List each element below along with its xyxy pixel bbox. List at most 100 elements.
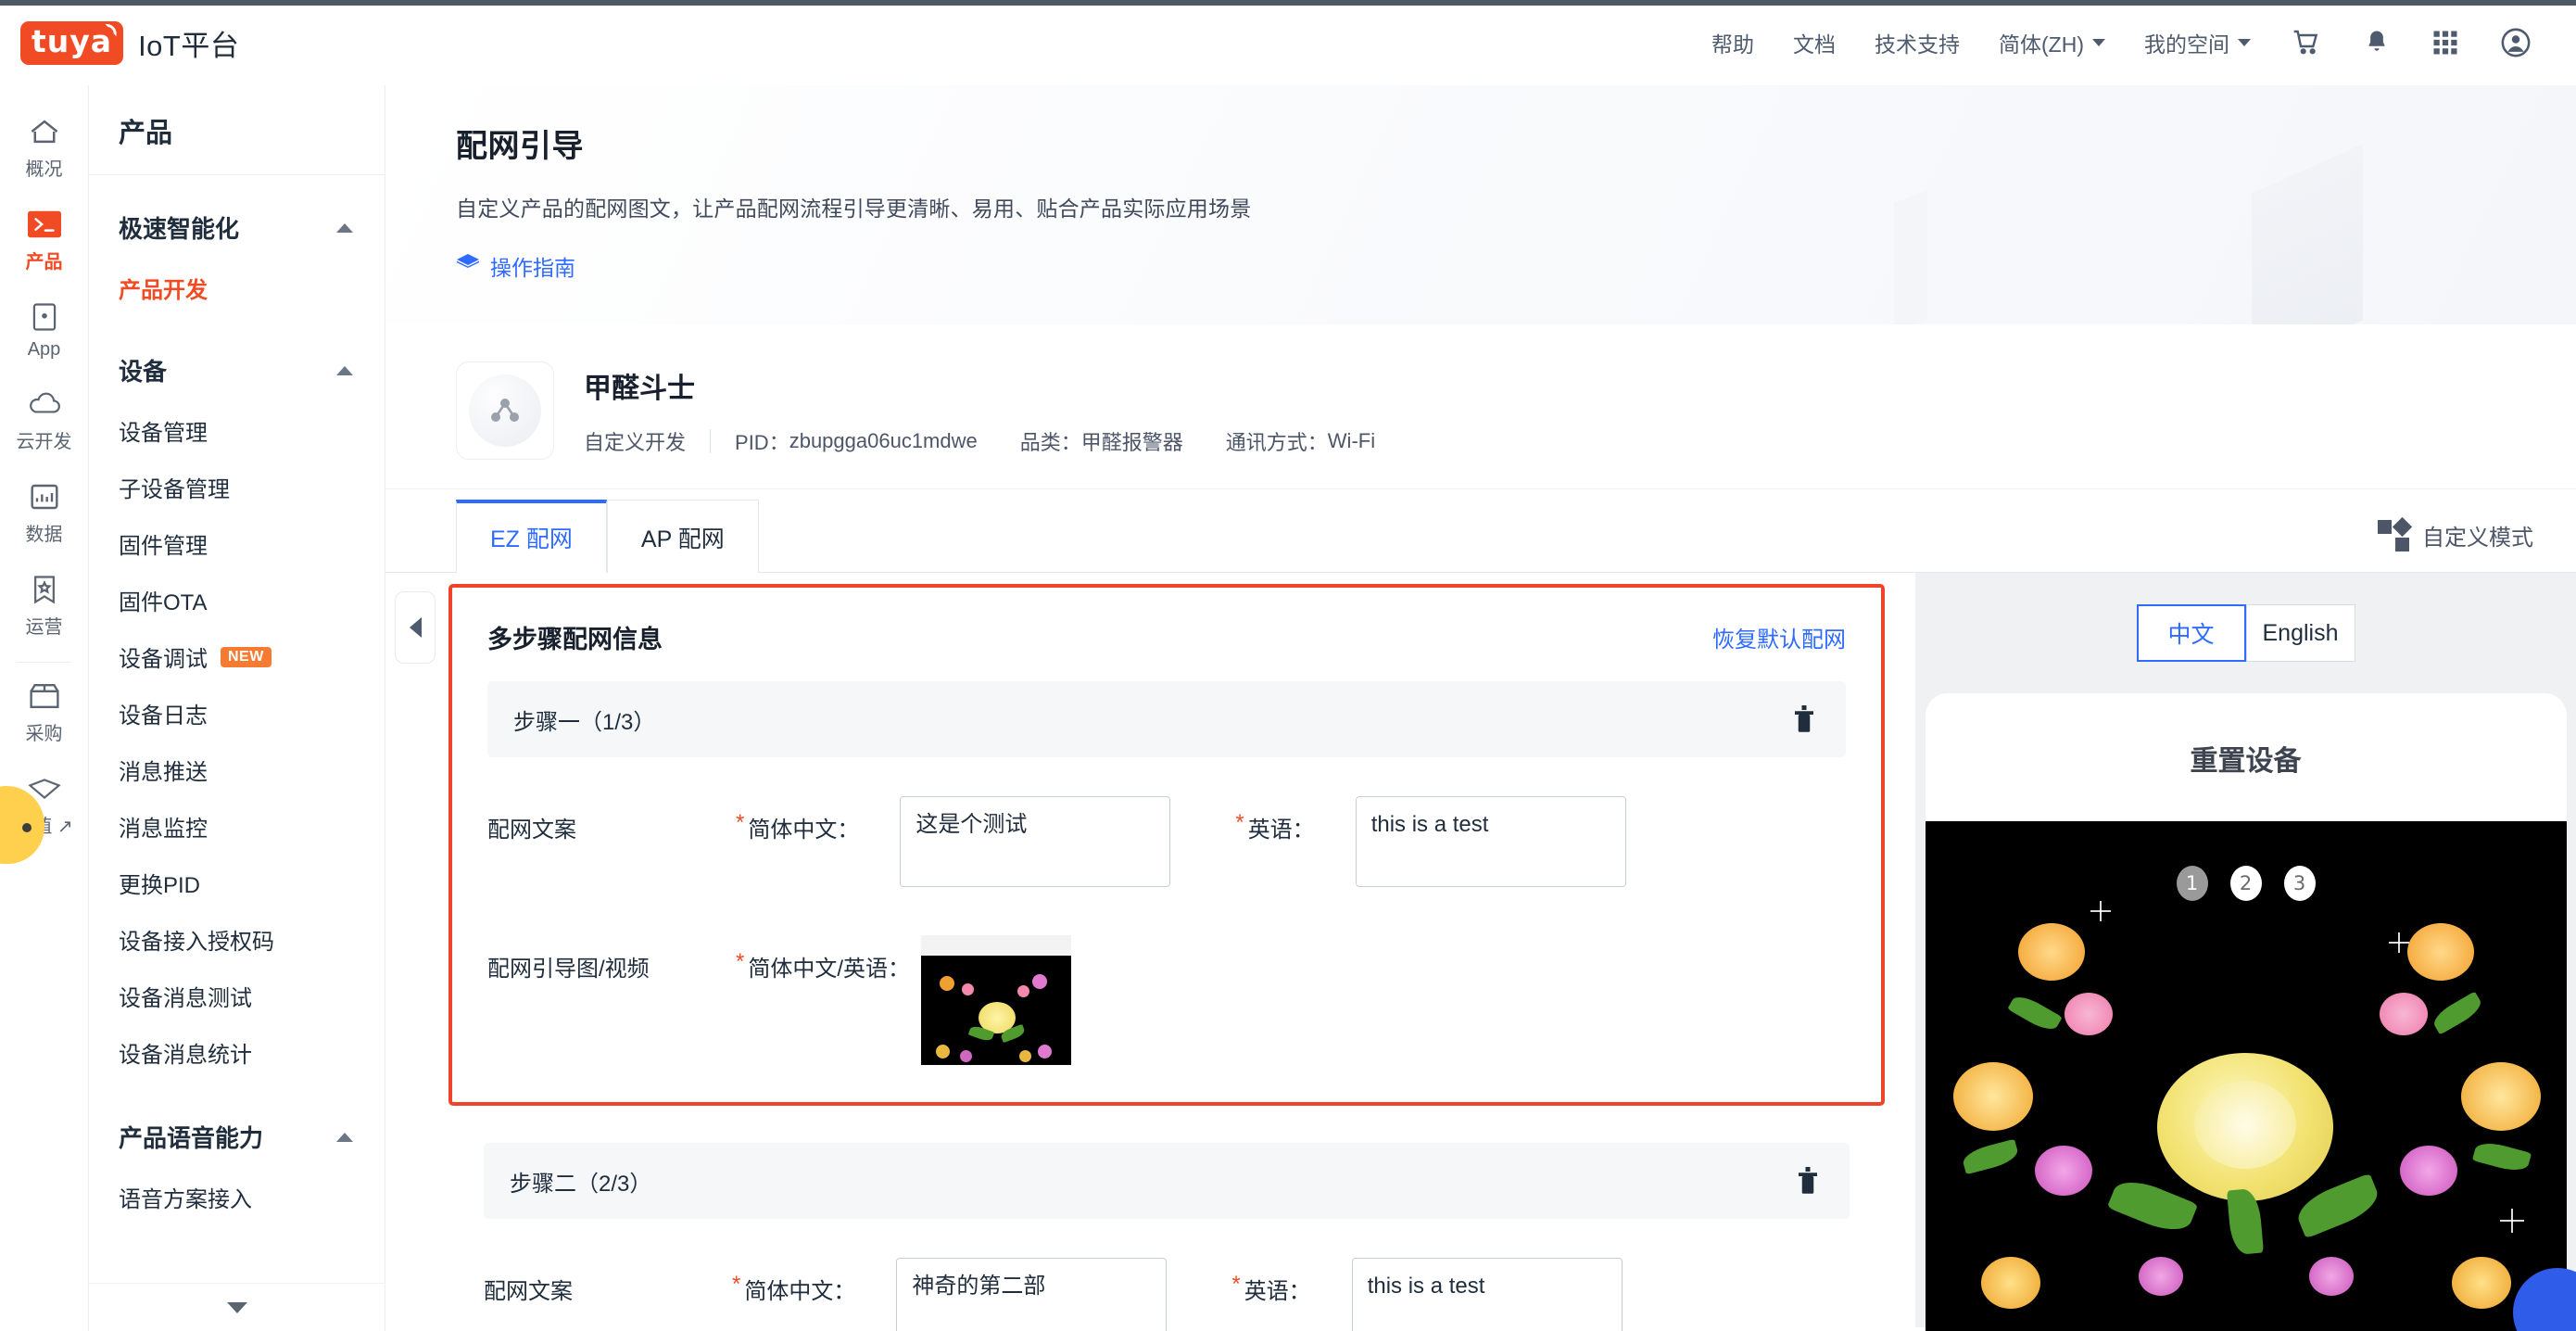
rail-item-purchase[interactable]: 采购 xyxy=(0,666,88,759)
sidebar-item-device-logs[interactable]: 设备日志 xyxy=(89,685,385,742)
chevron-up-icon xyxy=(336,222,353,233)
sidebar-item-device-management[interactable]: 设备管理 xyxy=(89,402,385,459)
operation-guide-link[interactable]: 操作指南 xyxy=(456,250,575,282)
lang-button-chinese[interactable]: 中文 xyxy=(2136,604,2246,662)
rail-label-overview: 概况 xyxy=(25,159,63,180)
logo-wordmark: tuya xyxy=(32,22,113,59)
step1-zh-label: * 简体中文： xyxy=(736,796,859,843)
tab-bar: EZ 配网 AP 配网 自定义模式 xyxy=(385,489,2576,573)
step2-en-label: * 英语： xyxy=(1231,1258,1310,1305)
sidebar-item-device-debug[interactable]: 设备调试 NEW xyxy=(89,628,385,685)
box-icon xyxy=(28,680,61,712)
rail-item-cloud[interactable]: 云开发 xyxy=(0,374,88,467)
rail-item-overview[interactable]: 概况 xyxy=(0,102,88,195)
sidebar-item-firmware-management[interactable]: 固件管理 xyxy=(89,515,385,572)
step2-en-input[interactable] xyxy=(1351,1258,1623,1331)
rail-item-app[interactable]: App xyxy=(0,287,88,374)
step1-en-label: * 英语： xyxy=(1235,796,1314,843)
required-star: * xyxy=(1231,1272,1241,1297)
rail-item-data[interactable]: 数据 xyxy=(0,467,88,560)
sidebar-item-label: 设备调试 xyxy=(119,647,208,672)
nav-language[interactable]: 简体(ZH) xyxy=(1979,27,2125,58)
step-dot-3[interactable]: 3 xyxy=(2283,866,2316,901)
nav-support[interactable]: 技术支持 xyxy=(1855,27,1979,58)
required-star: * xyxy=(1235,810,1244,835)
platform-name: IoT平台 xyxy=(138,29,240,62)
app-root: tuya IoT平台 帮助 文档 技术支持 简体(ZH) 我的空间 概况 产品 … xyxy=(0,0,2576,1331)
rail-label-data: 数据 xyxy=(25,525,63,545)
new-badge: NEW xyxy=(221,646,271,667)
step2-zh-input[interactable] xyxy=(896,1258,1168,1331)
nav-my-space[interactable]: 我的空间 xyxy=(2125,27,2270,58)
rail-label-cloud: 云开发 xyxy=(16,432,72,452)
rail-item-operations[interactable]: 运营 xyxy=(0,560,88,653)
step2-text-row: 配网文案 * 简体中文： * 英语： xyxy=(484,1258,1850,1331)
chevron-up-icon xyxy=(336,365,353,375)
tab-ez-pairing[interactable]: EZ 配网 xyxy=(456,500,607,573)
sidebar-group-fast-smart[interactable]: 极速智能化 xyxy=(89,196,385,260)
step-dot-2[interactable]: 2 xyxy=(2229,866,2262,901)
preview-step-title: 重置设备 xyxy=(2190,746,2302,777)
sidebar-item-message-push[interactable]: 消息推送 xyxy=(89,742,385,798)
step2-text-label: 配网文案 xyxy=(484,1279,573,1304)
sidebar-item-change-pid[interactable]: 更换PID xyxy=(89,855,385,911)
tuya-logo-icon: tuya xyxy=(20,20,124,65)
sidebar: 产品 极速智能化 产品开发 设备 设备管理 子设备管理 固件管理 固件OTA 设… xyxy=(89,85,385,1331)
bell-icon[interactable] xyxy=(2342,28,2411,57)
step-dot-1[interactable]: 1 xyxy=(2176,866,2208,901)
brand-logo[interactable]: tuya IoT平台 xyxy=(20,20,240,65)
preview-language-toggle: 中文 English xyxy=(1915,604,2576,662)
rail-label-purchase: 采购 xyxy=(25,724,63,744)
nav-docs[interactable]: 文档 xyxy=(1774,27,1855,58)
sidebar-item-access-auth-code[interactable]: 设备接入授权码 xyxy=(89,911,385,968)
sidebar-group-voice[interactable]: 产品语音能力 xyxy=(89,1105,385,1169)
sidebar-item-firmware-ota[interactable]: 固件OTA xyxy=(89,572,385,628)
sidebar-item-voice-solution[interactable]: 语音方案接入 xyxy=(89,1169,385,1225)
step1-media-lang-label: * 简体中文/英语： xyxy=(736,935,910,982)
sidebar-title: 产品 xyxy=(89,85,385,175)
sidebar-item-device-message-test[interactable]: 设备消息测试 xyxy=(89,968,385,1024)
product-summary: 甲醛斗士 自定义开发 PID： zbupgga06uc1mdwe 品类： 甲醛报… xyxy=(385,324,2576,489)
delete-step-icon[interactable] xyxy=(1790,704,1818,735)
sidebar-scroll-down-button[interactable] xyxy=(89,1283,385,1331)
media-lang-label-text: 简体中文/英语： xyxy=(748,957,911,982)
nav-help[interactable]: 帮助 xyxy=(1692,27,1774,58)
step1-media-thumbnail[interactable] xyxy=(921,935,1072,1065)
delete-step-icon[interactable] xyxy=(1794,1165,1822,1197)
product-protocol-value: Wi-Fi xyxy=(1327,428,1376,452)
sidebar-item-label: 设备接入授权码 xyxy=(119,930,274,955)
step1-zh-input[interactable] xyxy=(900,796,1171,887)
product-category-label: 品类： xyxy=(1019,430,1081,454)
collapse-panel-button[interactable] xyxy=(395,591,436,664)
sidebar-item-label: 消息监控 xyxy=(119,817,208,842)
custom-mode-button[interactable]: 自定义模式 xyxy=(2378,516,2533,551)
product-info: 甲醛斗士 自定义开发 PID： zbupgga06uc1mdwe 品类： 甲醛报… xyxy=(584,365,1375,456)
rail-label-operations: 运营 xyxy=(25,617,63,638)
cart-icon[interactable] xyxy=(2270,28,2342,57)
steps-pane: 多步骤配网信息 恢复默认配网 步骤一（1/3） 配网文案 * 简体中文： 这是个… xyxy=(385,573,1915,1331)
sidebar-item-label: 固件OTA xyxy=(119,590,208,615)
restore-default-link[interactable]: 恢复默认配网 xyxy=(1712,621,1846,653)
step1-en-input[interactable] xyxy=(1355,796,1626,887)
sidebar-group-label: 产品语音能力 xyxy=(119,1124,264,1152)
terminal-icon xyxy=(27,209,61,240)
user-avatar-icon[interactable] xyxy=(2480,27,2552,58)
step1-media-row: 配网引导图/视频 * 简体中文/英语： xyxy=(487,935,1846,1065)
sidebar-group-device[interactable]: 设备 xyxy=(89,338,385,402)
grid-apps-icon[interactable] xyxy=(2411,29,2480,57)
chevron-down-icon xyxy=(2092,39,2105,46)
product-icon xyxy=(469,374,541,447)
sidebar-item-device-message-stats[interactable]: 设备消息统计 xyxy=(89,1024,385,1081)
sidebar-item-sub-device-management[interactable]: 子设备管理 xyxy=(89,459,385,515)
sidebar-item-product-development[interactable]: 产品开发 xyxy=(89,260,385,316)
top-navigation: 帮助 文档 技术支持 简体(ZH) 我的空间 xyxy=(1692,27,2576,58)
sidebar-item-label: 固件管理 xyxy=(119,534,208,559)
custom-mode-icon xyxy=(2378,516,2413,551)
sidebar-menu: 极速智能化 产品开发 设备 设备管理 子设备管理 固件管理 固件OTA 设备调试… xyxy=(89,175,385,1283)
sidebar-item-message-monitor[interactable]: 消息监控 xyxy=(89,798,385,855)
lang-button-english[interactable]: English xyxy=(2245,604,2355,662)
tab-ap-pairing[interactable]: AP 配网 xyxy=(606,500,759,573)
rail-item-product[interactable]: 产品 xyxy=(0,195,88,287)
rail-label-cloud-app: App xyxy=(27,339,61,360)
step2-zh-label: * 简体中文： xyxy=(732,1258,855,1305)
